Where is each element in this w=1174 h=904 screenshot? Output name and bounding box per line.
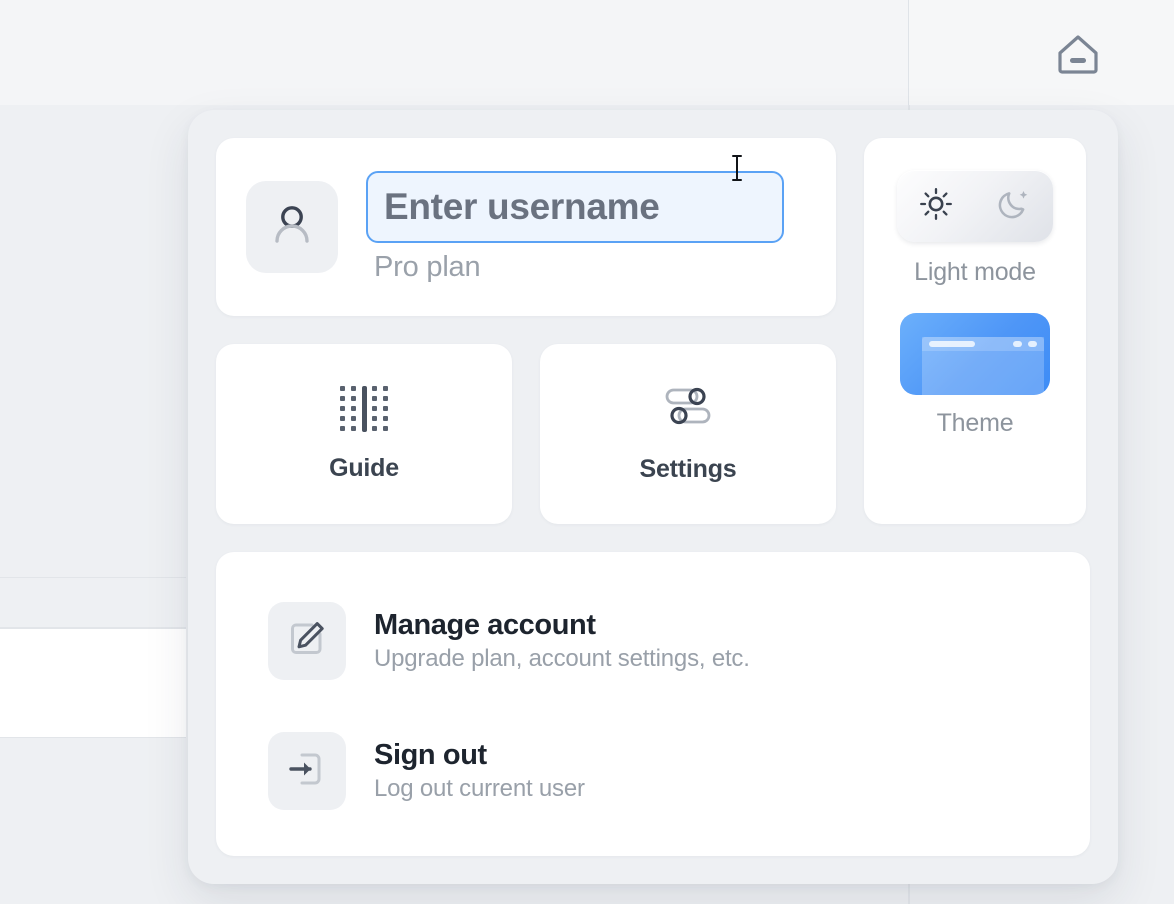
manage-account-item[interactable]: Manage account Upgrade plan, account set… (268, 590, 1090, 692)
home-icon (1055, 32, 1101, 81)
theme-preview-controls (1013, 341, 1037, 347)
theme-preview-icon[interactable] (900, 313, 1050, 395)
theme-preview-titlebar (922, 337, 1044, 351)
theme-mode-caption: Light mode (914, 258, 1036, 286)
theme-preview-window (922, 337, 1044, 395)
theme-preview-addressbar (929, 341, 975, 347)
settings-label: Settings (639, 455, 737, 483)
guide-dots-icon (340, 385, 388, 432)
background-list-header-row (0, 577, 186, 628)
moon-icon[interactable] (996, 186, 1032, 227)
guide-button[interactable]: Guide (216, 344, 512, 524)
popover-top-grid: Pro plan (216, 138, 1090, 524)
manage-account-title: Manage account (374, 608, 596, 641)
edit-square-icon-tile (268, 602, 346, 680)
edit-square-icon (286, 618, 328, 665)
guide-label: Guide (329, 453, 399, 482)
plan-label: Pro plan (374, 250, 481, 283)
theme-caption: Theme (936, 409, 1014, 437)
sign-out-title: Sign out (374, 738, 487, 771)
text-cursor (729, 153, 745, 183)
popover-left-column: Pro plan (216, 138, 836, 524)
appearance-card: Light mode Theme (864, 138, 1086, 524)
sign-out-item[interactable]: Sign out Log out current user (268, 720, 1090, 822)
sliders-icon (664, 384, 712, 433)
sign-out-text: Sign out Log out current user (374, 739, 585, 803)
background-top-left-panel (0, 0, 908, 105)
settings-button[interactable]: Settings (540, 344, 836, 524)
app-root: Pro plan (0, 0, 1174, 904)
avatar[interactable] (246, 181, 338, 273)
manage-account-text: Manage account Upgrade plan, account set… (374, 609, 750, 673)
background-list-row (0, 628, 186, 738)
manage-account-subtitle: Upgrade plan, account settings, etc. (374, 645, 750, 673)
quick-actions-row: Guide Settings (216, 344, 836, 524)
account-actions-card: Manage account Upgrade plan, account set… (216, 552, 1090, 856)
sun-icon[interactable] (918, 186, 954, 227)
theme-mode-toggle[interactable] (897, 170, 1053, 242)
sign-out-icon (286, 748, 328, 795)
background-list (0, 577, 186, 738)
sign-out-icon-tile (268, 732, 346, 810)
identity-fields: Pro plan (366, 170, 806, 284)
user-avatar-icon (265, 198, 319, 257)
background-top-right-panel (908, 0, 1174, 105)
sign-out-subtitle: Log out current user (374, 775, 585, 803)
home-button[interactable] (1050, 30, 1106, 82)
account-popover: Pro plan (188, 110, 1118, 884)
username-input[interactable] (366, 170, 784, 243)
